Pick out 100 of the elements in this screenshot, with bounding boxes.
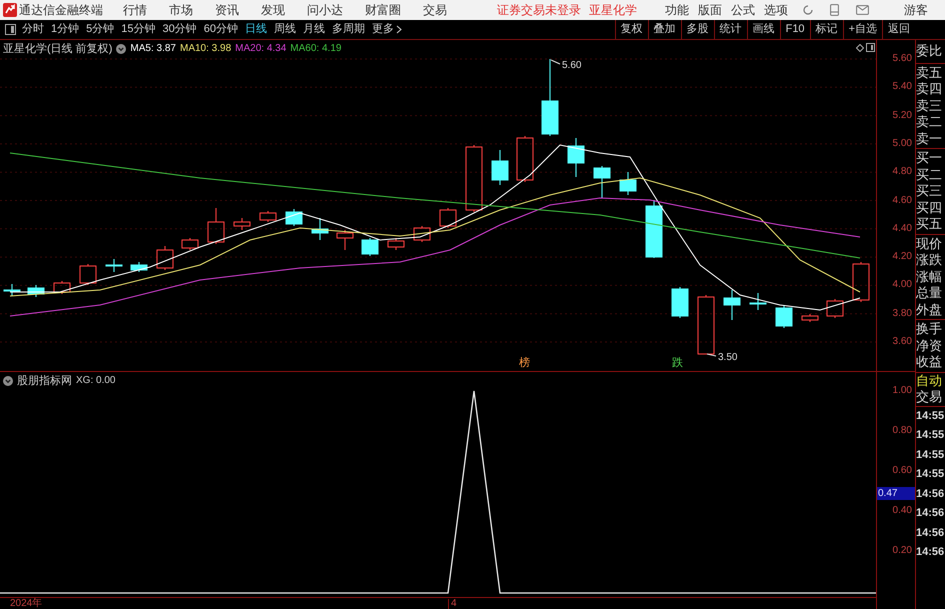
indicator-value: XG: 0.00 — [76, 374, 116, 388]
quote-label: 收益 — [916, 354, 943, 370]
candlestick — [646, 200, 662, 258]
price-axis-label: 5.20 — [892, 110, 912, 121]
toolbar-button[interactable]: 多股 — [680, 20, 714, 39]
period-tab[interactable]: 日线 — [245, 21, 267, 38]
period-tab[interactable]: 月线 — [303, 21, 325, 38]
signal-marker: 跌 — [672, 358, 683, 369]
menu-item[interactable]: 发现 — [261, 1, 285, 19]
menu-item[interactable]: 交易 — [423, 1, 447, 19]
toolbar-button[interactable]: 返回 — [882, 20, 915, 39]
candlestick — [54, 280, 70, 294]
price-axis-label: 5.00 — [892, 138, 912, 149]
quote-label: 总量 — [916, 285, 943, 302]
quote-label: 买四 — [916, 200, 943, 216]
toolbar-button[interactable]: 叠加 — [648, 20, 681, 39]
toolbar-button[interactable]: 复权 — [614, 20, 648, 39]
quote-label: 卖三 — [916, 98, 943, 114]
candlestick — [466, 144, 482, 212]
trade-label: 交易 — [916, 389, 945, 406]
indicator-axis-label: 1.00 — [892, 386, 912, 396]
trade-status-text[interactable]: 证券交易未登录 — [497, 1, 581, 19]
price-axis-label: 4.40 — [892, 224, 912, 234]
trade-time: 14:55 — [916, 428, 945, 443]
indicator-value: MA60: 4.19 — [290, 42, 342, 56]
indicator-legend: 股朋指标网 — [17, 374, 72, 388]
quote-label: 买一 — [916, 150, 943, 166]
phone-icon[interactable] — [830, 4, 839, 16]
trade-time: 14:55 — [916, 467, 945, 482]
menu-item[interactable]: 财富圈 — [365, 1, 401, 19]
candlestick — [826, 298, 844, 318]
app-logo-icon — [3, 3, 17, 17]
period-tab[interactable]: 周线 — [274, 21, 296, 38]
menu-item[interactable]: 公式 — [731, 1, 755, 19]
period-tab[interactable]: 15分钟 — [121, 21, 156, 38]
mail-icon[interactable] — [856, 5, 869, 15]
panel-toggle-icon[interactable] — [5, 24, 16, 35]
indicator-axis-label: 0.20 — [892, 546, 912, 556]
candlestick — [672, 286, 688, 318]
indicator-value: MA10: 3.98 — [180, 42, 232, 56]
quote-label: 现价 — [916, 236, 943, 252]
quote-label: 净资 — [916, 338, 943, 354]
chevron-right-icon[interactable] — [396, 25, 402, 34]
panel-toggle-icon[interactable] — [866, 43, 875, 52]
price-axis-label: 3.60 — [892, 337, 912, 347]
signal-marker: 榜 — [519, 358, 530, 369]
candlestick — [414, 226, 430, 242]
toolbar-button[interactable]: +自选 — [842, 20, 882, 39]
candlestick — [208, 208, 224, 244]
period-tab[interactable]: 60分钟 — [204, 21, 238, 38]
menu-item[interactable]: 选项 — [764, 1, 788, 19]
period-tab[interactable]: 5分钟 — [86, 21, 114, 38]
toolbar-button[interactable]: 标记 — [810, 20, 843, 39]
auto-trade-label: 自动 — [916, 372, 943, 389]
chevron-circle-icon[interactable] — [116, 44, 126, 54]
low-price-label: 3.50 — [718, 352, 738, 363]
candlestick — [440, 208, 456, 228]
high-price-label: 5.60 — [562, 60, 582, 71]
quote-label: 涨跌 — [916, 252, 943, 268]
period-tab[interactable]: 分时 — [22, 21, 44, 38]
diamond-icon[interactable] — [856, 44, 864, 52]
toolbar-button[interactable]: F10 — [780, 20, 810, 39]
menu-item[interactable]: 功能 — [665, 1, 689, 19]
price-axis-label: 4.80 — [892, 167, 912, 178]
period-tab[interactable]: 更多 — [372, 21, 394, 38]
date-label: 4 — [448, 598, 457, 608]
refresh-icon[interactable] — [802, 4, 814, 16]
period-tab[interactable]: 多周期 — [332, 21, 365, 38]
candlestick — [28, 284, 44, 298]
price-axis-label: 4.00 — [892, 280, 912, 290]
candlestick — [234, 218, 250, 230]
quote-label: 委比 — [916, 43, 943, 60]
candlestick — [802, 314, 818, 322]
menu-item[interactable]: 版面 — [698, 1, 722, 19]
chevron-circle-icon[interactable] — [3, 376, 13, 386]
trade-time: 14:55 — [916, 408, 945, 424]
candlestick — [724, 290, 740, 320]
toolbar-button[interactable]: 统计 — [714, 20, 747, 39]
quote-label: 卖一 — [916, 130, 943, 147]
trade-time: 14:56 — [916, 545, 945, 560]
menu-item[interactable]: 市场 — [169, 1, 193, 19]
menu-item[interactable]: 行情 — [123, 1, 147, 19]
toolbar-button[interactable]: 画线 — [746, 20, 780, 39]
chart-legend: 亚星化学(日线 前复权) — [3, 42, 112, 56]
indicator-axis-label: 0.40 — [892, 506, 912, 516]
period-tab[interactable]: 30分钟 — [162, 21, 197, 38]
period-tab[interactable]: 1分钟 — [51, 21, 80, 38]
app-title: 通达信金融终端 — [19, 2, 103, 19]
candlestick — [492, 150, 508, 186]
date-label: 2024年 — [10, 598, 44, 608]
candlestick — [156, 246, 174, 270]
indicator-value: MA5: 3.87 — [130, 42, 176, 56]
candlestick — [594, 166, 610, 198]
menu-item[interactable]: 资讯 — [215, 1, 239, 19]
quote-label: 卖四 — [916, 81, 943, 98]
quote-label: 买三 — [916, 183, 943, 200]
user-label[interactable]: 游客 — [904, 1, 928, 19]
menu-item[interactable]: 问小达 — [307, 1, 343, 19]
candlestick — [516, 136, 534, 182]
candlestick — [776, 304, 792, 328]
